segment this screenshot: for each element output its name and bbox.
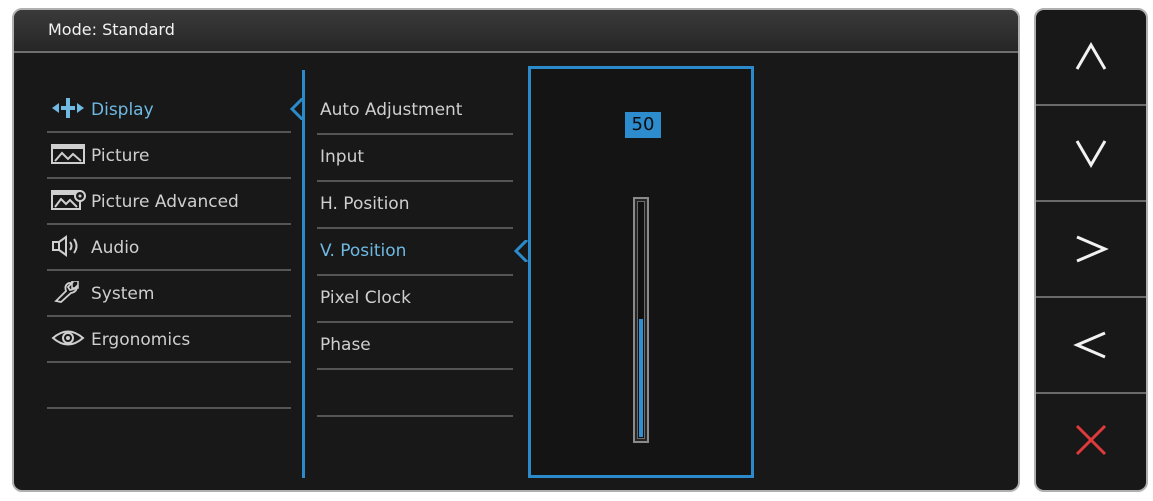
menu-item-system[interactable]: System bbox=[47, 271, 291, 317]
selection-notch bbox=[514, 240, 528, 262]
menu-item-label: System bbox=[91, 284, 155, 304]
menu-item-audio[interactable]: Audio bbox=[47, 225, 291, 271]
menu-item-ergonomics[interactable]: Ergonomics bbox=[47, 317, 291, 363]
sub-item-empty bbox=[317, 370, 513, 417]
menu-item-picture[interactable]: Picture bbox=[47, 133, 291, 179]
sub-item-label: V. Position bbox=[320, 241, 407, 261]
display-icon bbox=[52, 98, 84, 118]
picture-icon bbox=[51, 144, 85, 164]
menu-item-label: Ergonomics bbox=[91, 330, 191, 350]
sub-item-auto-adjustment[interactable]: Auto Adjustment bbox=[317, 88, 513, 135]
sub-item-v-position[interactable]: V. Position bbox=[317, 229, 513, 276]
value-panel: 50 bbox=[528, 66, 754, 478]
slider-fill bbox=[639, 319, 643, 437]
sub-menu: Auto Adjustment Input H. Position V. Pos… bbox=[317, 88, 513, 417]
selection-notch bbox=[290, 98, 304, 120]
right-chevron-icon bbox=[1076, 235, 1109, 263]
sub-item-h-position[interactable]: H. Position bbox=[317, 182, 513, 229]
menu-item-label: Display bbox=[91, 100, 154, 120]
sub-item-input[interactable]: Input bbox=[317, 135, 513, 182]
up-chevron-icon bbox=[1075, 42, 1107, 70]
main-menu: Display Picture Picture Advanced Audio S… bbox=[47, 87, 291, 409]
system-icon bbox=[54, 281, 79, 303]
left-button[interactable] bbox=[1036, 298, 1146, 394]
sub-item-phase[interactable]: Phase bbox=[317, 323, 513, 370]
menu-item-picture-advanced[interactable]: Picture Advanced bbox=[47, 179, 291, 225]
audio-icon bbox=[52, 235, 78, 257]
ergonomics-icon bbox=[51, 330, 85, 346]
up-button[interactable] bbox=[1036, 10, 1146, 106]
value-readout: 50 bbox=[625, 112, 661, 138]
right-button[interactable] bbox=[1036, 202, 1146, 298]
menu-item-label: Picture bbox=[91, 146, 150, 166]
menu-item-label: Audio bbox=[91, 238, 140, 258]
picture-advanced-icon bbox=[51, 190, 86, 210]
sub-item-pixel-clock[interactable]: Pixel Clock bbox=[317, 276, 513, 323]
vertical-slider[interactable] bbox=[633, 197, 649, 443]
close-icon bbox=[1075, 424, 1107, 456]
sub-item-label: Input bbox=[320, 147, 365, 167]
sub-item-label: Pixel Clock bbox=[320, 288, 411, 308]
close-button[interactable] bbox=[1036, 394, 1146, 486]
sub-item-label: H. Position bbox=[320, 194, 410, 214]
osd-header: Mode: Standard bbox=[14, 10, 1018, 53]
menu-item-empty bbox=[47, 363, 291, 409]
control-key-panel bbox=[1034, 8, 1148, 492]
menu-item-label: Picture Advanced bbox=[91, 192, 239, 212]
slider-inner bbox=[637, 201, 645, 439]
menu-divider bbox=[302, 70, 305, 478]
sub-item-label: Auto Adjustment bbox=[320, 100, 463, 120]
down-chevron-icon bbox=[1075, 140, 1107, 168]
osd-main-panel: Mode: Standard Display Picture Picture A… bbox=[12, 8, 1020, 492]
sub-item-label: Phase bbox=[320, 335, 371, 355]
down-button[interactable] bbox=[1036, 106, 1146, 202]
menu-item-display[interactable]: Display bbox=[47, 87, 291, 133]
mode-label: Mode: Standard bbox=[48, 20, 175, 39]
left-chevron-icon bbox=[1073, 331, 1106, 359]
